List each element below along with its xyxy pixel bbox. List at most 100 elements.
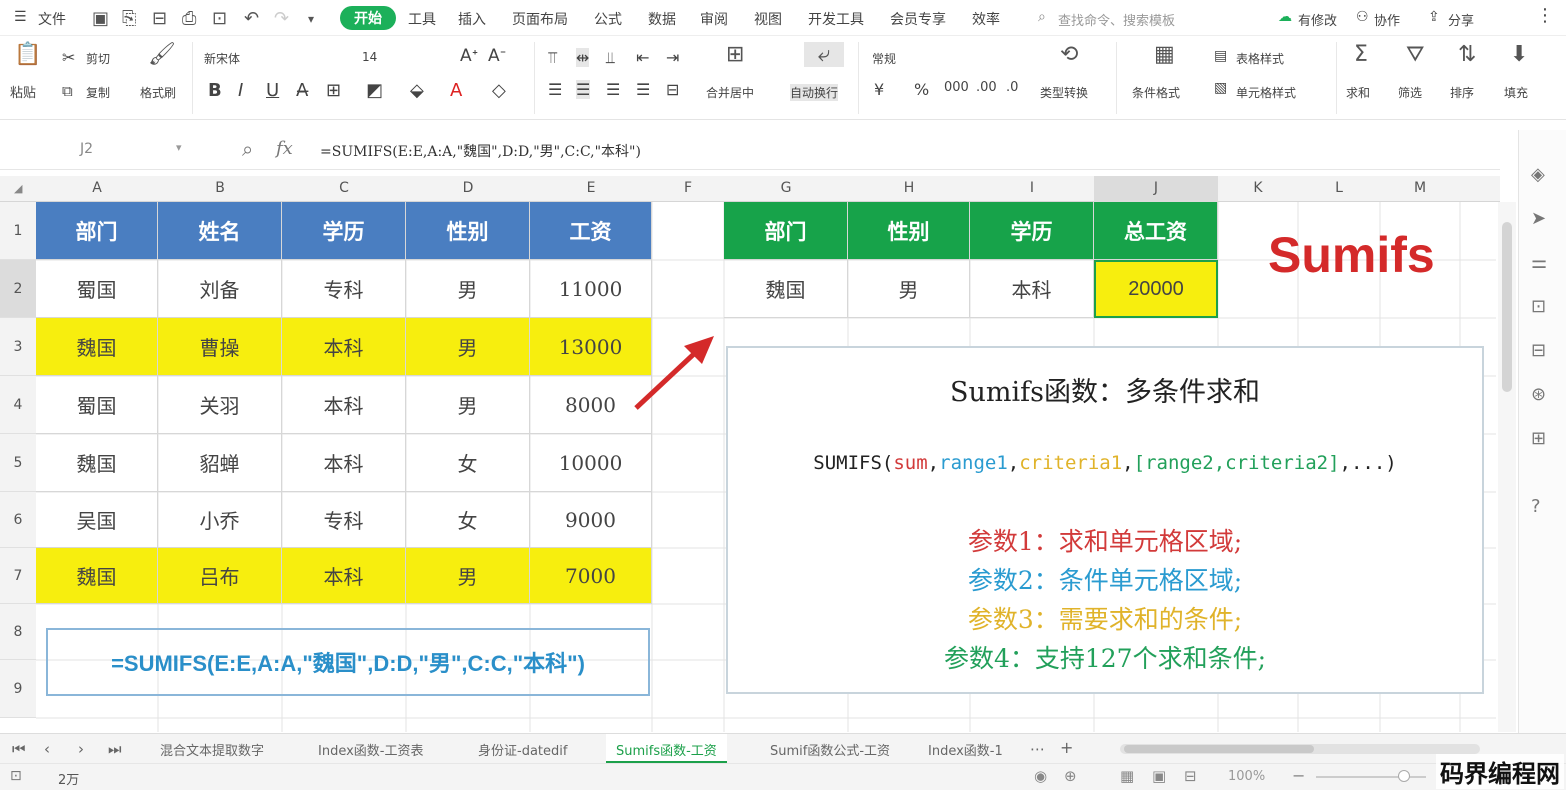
strikethrough-icon[interactable]: A̶ (296, 80, 308, 101)
sort-icon[interactable]: ⇅ (1458, 42, 1476, 67)
tab-developer[interactable]: 开发工具 (808, 9, 864, 29)
fill-button[interactable]: 填充 (1504, 84, 1528, 101)
tab-data[interactable]: 数据 (648, 9, 676, 29)
font-color-icon[interactable]: A (450, 80, 462, 101)
align-top-icon[interactable]: ⫪ (548, 48, 557, 68)
align-right-icon[interactable]: ☰ (606, 80, 620, 99)
table-cell[interactable]: 吴国 (36, 492, 158, 548)
cond-format-button[interactable]: 条件格式 (1132, 84, 1180, 101)
justify-icon[interactable]: ☰ (636, 80, 650, 99)
clear-format-icon[interactable]: ◇ (492, 80, 506, 101)
share-button[interactable]: 分享 (1448, 10, 1474, 29)
table-cell[interactable]: 男 (406, 260, 530, 318)
edited-status[interactable]: 有修改 (1298, 10, 1337, 29)
table-cell[interactable]: 专科 (282, 260, 406, 318)
print-icon[interactable]: ⎙ (182, 8, 196, 29)
row-header-3[interactable]: 3 (0, 318, 36, 376)
align-bottom-icon[interactable]: ⫫ (606, 48, 615, 68)
table-cell[interactable]: 本科 (282, 434, 406, 492)
save-icon[interactable]: ▣ (92, 8, 109, 29)
indent-decrease-icon[interactable]: ⇤ (636, 48, 649, 67)
table-cell[interactable]: 10000 (530, 434, 652, 492)
tab-review[interactable]: 审阅 (700, 9, 728, 29)
table-cell[interactable]: 魏国 (36, 434, 158, 492)
percent-icon[interactable]: % (914, 80, 929, 99)
distributed-icon[interactable]: ⊟ (666, 80, 679, 99)
left-table-header[interactable]: 姓名 (158, 202, 282, 260)
cut-button[interactable]: 剪切 (86, 50, 110, 67)
fill-color-icon[interactable]: ◩ (366, 80, 383, 101)
criteria-cell[interactable]: 本科 (970, 260, 1094, 318)
table-cell[interactable]: 魏国 (36, 318, 158, 376)
more-options-icon[interactable]: ⋮ (1536, 5, 1554, 26)
settings-icon[interactable]: ⊛ (1531, 384, 1546, 405)
column-header-g[interactable]: G (724, 180, 848, 196)
sheet-tab[interactable]: 身份证-datedif (478, 740, 567, 759)
right-table-header[interactable]: 学历 (970, 202, 1094, 260)
tab-home[interactable]: 开始 (340, 6, 396, 30)
tab-efficiency[interactable]: 效率 (972, 9, 1000, 29)
font-shrink-icon[interactable]: Aᐨ (488, 46, 506, 66)
zoom-search-icon[interactable]: ⌕ (242, 137, 253, 161)
table-cell[interactable]: 男 (406, 376, 530, 434)
horizontal-scrollbar[interactable] (1120, 744, 1480, 754)
paste-button[interactable]: 粘贴 (10, 82, 36, 101)
command-search[interactable]: 查找命令、搜索模板 (1058, 10, 1175, 29)
name-box[interactable]: J2 (80, 141, 93, 157)
zoom-slider-thumb[interactable] (1398, 770, 1410, 782)
font-size-select[interactable]: 14 (362, 50, 377, 64)
column-header-h[interactable]: H (848, 180, 970, 196)
search-icon[interactable]: ⌕ (1038, 9, 1046, 25)
table-cell[interactable]: 男 (406, 318, 530, 376)
right-table-header[interactable]: 总工资 (1094, 202, 1218, 260)
row-header-2[interactable]: 2 (0, 260, 36, 318)
column-header-l[interactable]: L (1298, 180, 1380, 196)
name-box-dropdown-icon[interactable]: ▾ (176, 141, 182, 154)
hamburger-icon[interactable]: ☰ (14, 9, 27, 25)
tab-member[interactable]: 会员专享 (890, 9, 946, 29)
table-cell[interactable]: 蜀国 (36, 376, 158, 434)
left-table-header[interactable]: 性别 (406, 202, 530, 260)
column-header-d[interactable]: D (406, 180, 530, 196)
italic-icon[interactable]: I (238, 80, 243, 101)
left-table-header[interactable]: 学历 (282, 202, 406, 260)
merge-center-button[interactable]: 合并居中 (706, 84, 754, 101)
row-header-9[interactable]: 9 (0, 660, 36, 718)
number-format-select[interactable]: 常规 (872, 50, 896, 67)
prev-sheet-icon[interactable]: ‹ (44, 740, 50, 758)
table-cell[interactable]: 7000 (530, 548, 652, 604)
bold-icon[interactable]: B (208, 80, 222, 101)
criteria-cell[interactable]: 男 (848, 260, 970, 318)
tab-formula[interactable]: 公式 (594, 9, 622, 29)
font-name-select[interactable]: 新宋体 (204, 50, 344, 67)
align-left-icon[interactable]: ☰ (548, 80, 562, 99)
lang-icon[interactable]: ⊕ (1064, 767, 1077, 785)
column-header-b[interactable]: B (158, 180, 282, 196)
highlight-icon[interactable]: ⬙ (410, 80, 424, 101)
merge-center-icon[interactable]: ⊞ (726, 42, 744, 67)
table-cell[interactable]: 本科 (282, 376, 406, 434)
vertical-scrollbar[interactable] (1498, 202, 1516, 732)
sheet-tab[interactable]: 混合文本提取数字 (160, 740, 264, 759)
table-cell[interactable]: 蜀国 (36, 260, 158, 318)
sort-button[interactable]: 排序 (1450, 84, 1474, 101)
zoom-level[interactable]: 100% (1228, 769, 1265, 784)
format-painter-icon[interactable]: 🖌 (148, 42, 176, 67)
format-painter-button[interactable]: 格式刷 (140, 84, 176, 101)
total-salary-cell[interactable]: 20000 (1094, 260, 1218, 318)
copy-button[interactable]: 复制 (86, 84, 110, 101)
table-cell[interactable]: 曹操 (158, 318, 282, 376)
sheet-grid[interactable]: 部门 姓名 学历 性别 工资 蜀国 刘备 专科男 11000 魏国 曹操 本科男 13000 蜀国 关羽 本科… (36, 202, 1496, 732)
cond-format-icon[interactable]: ▦ (1154, 42, 1175, 67)
last-sheet-icon[interactable]: ⏭ (108, 740, 122, 758)
table-style-button[interactable]: 表格样式 (1236, 50, 1284, 67)
column-header-c[interactable]: C (282, 180, 406, 196)
collab-button[interactable]: 协作 (1374, 10, 1400, 29)
preview-icon[interactable]: ⊡ (212, 8, 227, 29)
column-header-k[interactable]: K (1218, 180, 1298, 196)
paste-icon[interactable]: 📋 (14, 42, 41, 67)
chart-tool-icon[interactable]: ⊟ (1531, 340, 1546, 361)
add-sheet-icon[interactable]: + (1060, 738, 1073, 757)
table-tool-icon[interactable]: ⊡ (1531, 296, 1546, 317)
table-cell[interactable]: 关羽 (158, 376, 282, 434)
